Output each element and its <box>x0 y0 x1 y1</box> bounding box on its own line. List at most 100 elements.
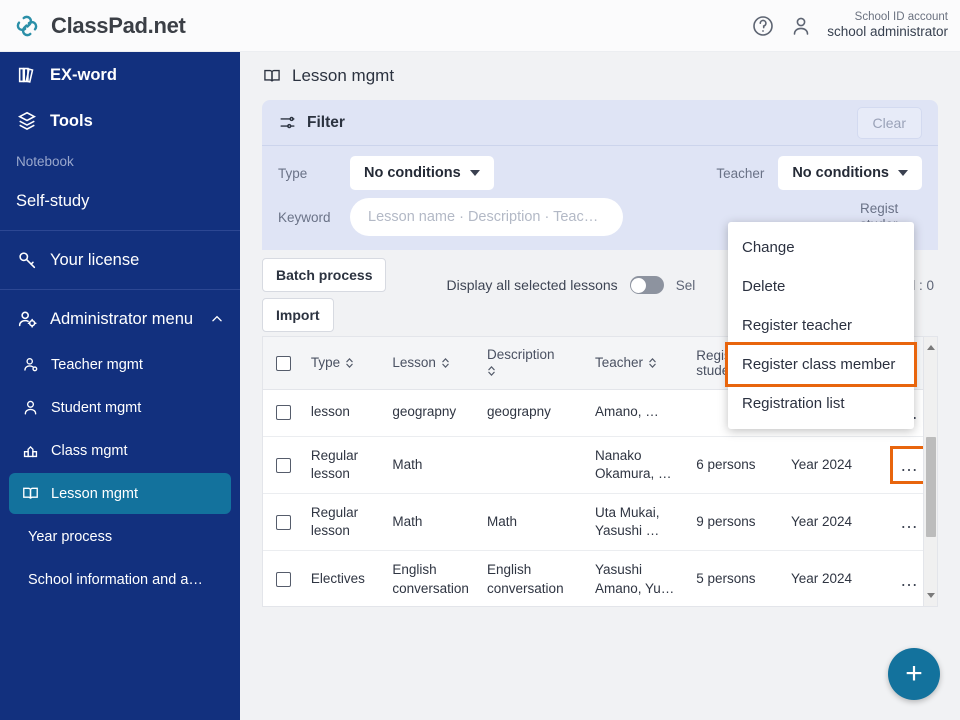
row-checkbox[interactable] <box>276 457 292 473</box>
application-window: ClassPad.net School ID account school ad… <box>0 0 960 720</box>
batch-process-button[interactable]: Batch process <box>262 258 387 292</box>
sidebar-item-ex-word[interactable]: EX-word <box>0 52 240 98</box>
sidebar-item-teacher-mgmt[interactable]: Teacher mgmt <box>9 344 231 385</box>
admin-user-icon <box>18 311 37 328</box>
sidebar-item-label: Year process <box>28 528 113 545</box>
header-type-label: Type <box>310 355 341 371</box>
sidebar: EX-word Tools Notebook Self-study Your l… <box>0 52 240 720</box>
selected-count-text: Sel <box>675 278 696 293</box>
context-menu-item-delete[interactable]: Delete <box>728 267 914 306</box>
sidebar-item-label: Tools <box>50 111 93 130</box>
cell-year: Year 2024 <box>784 550 882 606</box>
student-icon <box>24 400 37 415</box>
cell-type: Regular lesson <box>304 493 387 552</box>
header-lesson-label: Lesson <box>392 355 436 371</box>
cell-lesson: English conversation <box>386 550 482 606</box>
plus-icon: + <box>905 657 923 690</box>
cell-teacher: Yasushi Amano, Yu… <box>588 550 691 606</box>
chevron-down-icon <box>898 170 908 176</box>
class-icon <box>23 445 38 458</box>
sidebar-item-label: Your license <box>50 250 140 269</box>
row-checkbox[interactable] <box>276 405 292 421</box>
cell-lesson: Math <box>386 436 482 494</box>
sidebar-item-year-process[interactable]: Year process <box>9 516 231 557</box>
teacher-select[interactable]: No conditions <box>778 156 922 190</box>
sidebar-section-notebook: Notebook <box>16 153 74 169</box>
page-title: Lesson mgmt <box>292 66 395 85</box>
display-all-toggle[interactable] <box>629 276 664 294</box>
sidebar-item-label: Class mgmt <box>51 442 128 459</box>
sidebar-item-lesson-mgmt[interactable]: Lesson mgmt <box>9 473 231 514</box>
row-checkbox[interactable] <box>276 514 292 530</box>
toggle-knob <box>631 277 647 293</box>
cell-description: English conversation <box>481 550 589 606</box>
cell-teacher: Uta Mukai, Yasushi … <box>588 493 691 552</box>
clear-filter-button[interactable]: Clear <box>856 106 922 139</box>
header-type[interactable]: Type <box>304 337 387 390</box>
chevron-up-icon <box>212 315 222 322</box>
chevron-down-icon <box>469 170 480 176</box>
context-menu-item-register-class-member[interactable]: Register class member <box>725 342 917 387</box>
user-icon[interactable] <box>789 14 813 38</box>
account-info[interactable]: School ID account school administrator <box>827 10 948 41</box>
sidebar-item-your-license[interactable]: Your license <box>0 237 240 283</box>
sidebar-item-label: Lesson mgmt <box>51 485 139 502</box>
header-select-all <box>263 337 305 390</box>
header-description[interactable]: Description <box>481 337 589 390</box>
sidebar-item-label: Teacher mgmt <box>51 356 143 373</box>
table-row[interactable]: Regular lesson Math Nanako Okamura, … 6 … <box>263 436 937 494</box>
scrollbar-thumb[interactable] <box>926 437 936 537</box>
context-menu-item-register-teacher[interactable]: Register teacher <box>728 306 914 345</box>
sidebar-item-class-mgmt[interactable]: Class mgmt <box>9 430 231 471</box>
context-menu-item-change[interactable]: Change <box>728 228 914 267</box>
teacher-select-value: No conditions <box>792 165 889 181</box>
type-select[interactable]: No conditions <box>350 156 494 190</box>
row-menu-button[interactable]: … <box>896 509 923 535</box>
brand[interactable]: ClassPad.net <box>0 11 186 41</box>
row-menu-button[interactable]: … <box>889 445 929 484</box>
sidebar-item-label: EX-word <box>50 65 117 84</box>
header-teacher[interactable]: Teacher <box>588 337 691 390</box>
toolbox-icon <box>17 111 37 130</box>
add-lesson-fab[interactable]: + <box>888 648 940 700</box>
sidebar-item-school-information[interactable]: School information and a… <box>9 559 231 600</box>
row-menu-button[interactable]: … <box>896 567 923 593</box>
cell-year: Year 2024 <box>784 493 882 552</box>
keyword-input[interactable] <box>350 198 623 236</box>
scroll-down-arrow-icon[interactable] <box>927 593 935 598</box>
table-row[interactable]: Electives English conversation English c… <box>263 550 937 606</box>
header-lesson[interactable]: Lesson <box>386 337 482 390</box>
cell-type: lesson <box>304 389 387 437</box>
filter-sliders-icon <box>280 116 295 129</box>
sort-icon <box>488 366 495 377</box>
import-button[interactable]: Import <box>262 298 334 332</box>
top-bar: ClassPad.net School ID account school ad… <box>0 0 960 52</box>
table-scrollbar[interactable] <box>923 337 937 606</box>
sidebar-item-administrator-menu[interactable]: Administrator menu <box>0 296 240 342</box>
classpad-logo-icon <box>16 15 38 36</box>
header-teacher-label: Teacher <box>594 355 643 371</box>
type-label: Type <box>278 165 308 181</box>
header-description-label: Description <box>487 347 555 363</box>
table-row[interactable]: Regular lesson Math Math Uta Mukai, Yasu… <box>263 493 937 552</box>
sort-icon <box>442 357 449 368</box>
sidebar-item-student-mgmt[interactable]: Student mgmt <box>9 387 231 428</box>
sidebar-item-label: Student mgmt <box>51 399 142 416</box>
filter-title: Filter <box>307 113 345 131</box>
cell-lesson: Math <box>386 493 482 552</box>
context-menu-item-registration-list[interactable]: Registration list <box>728 384 914 423</box>
topbar-right: School ID account school administrator <box>751 10 960 41</box>
cell-year: Year 2024 <box>784 436 882 494</box>
teacher-label: Teacher <box>716 165 765 181</box>
book-open-icon <box>264 69 280 82</box>
row-checkbox[interactable] <box>276 572 292 588</box>
cell-type: Electives <box>304 550 387 606</box>
scroll-up-arrow-icon[interactable] <box>927 345 935 350</box>
sort-icon <box>649 357 656 368</box>
sidebar-item-self-study[interactable]: Self-study <box>0 178 240 224</box>
help-circle-icon[interactable] <box>751 14 775 38</box>
select-all-checkbox[interactable] <box>276 355 292 371</box>
cell-lesson: geograpny <box>386 389 482 437</box>
sidebar-item-tools[interactable]: Tools <box>0 98 240 144</box>
cell-teacher: Nanako Okamura, … <box>588 436 691 494</box>
